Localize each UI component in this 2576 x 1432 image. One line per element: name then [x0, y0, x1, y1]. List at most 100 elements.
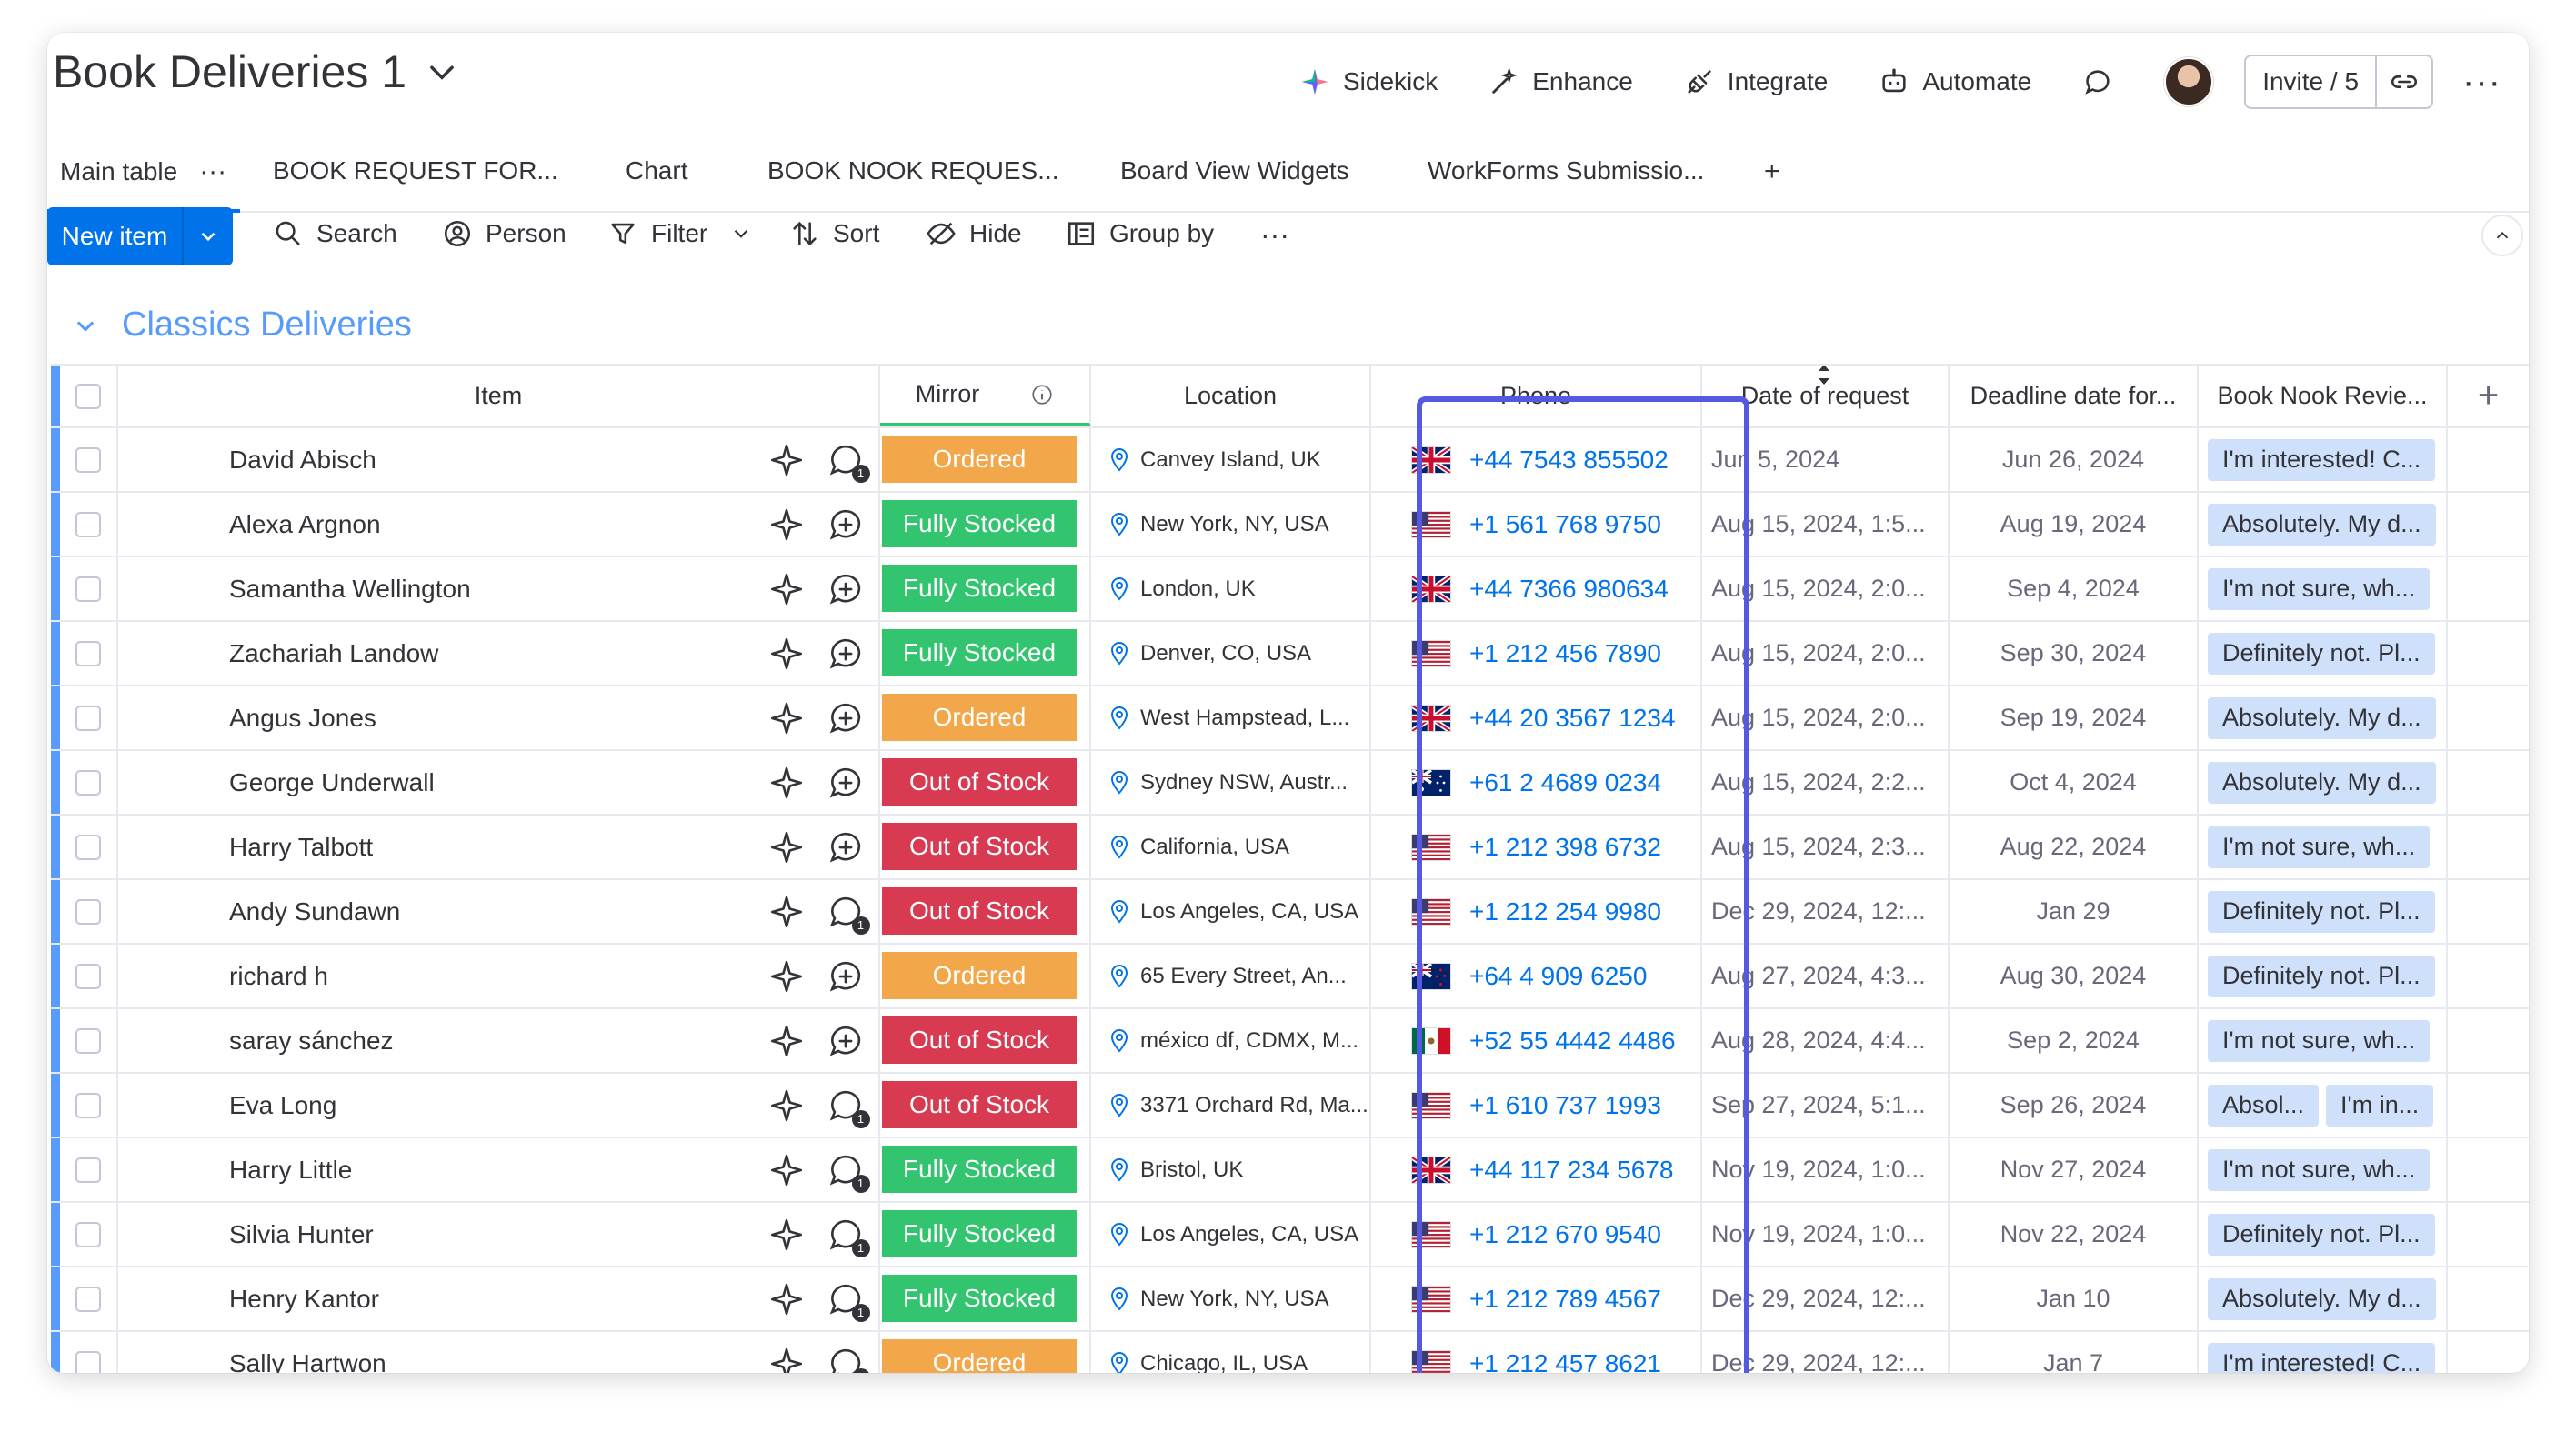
location-cell[interactable]: 65 Every Street, An... — [1091, 945, 1371, 1007]
phone-number[interactable]: +52 55 4442 4486 — [1469, 1026, 1676, 1056]
date-request-cell[interactable]: Nov 19, 2024, 1:0... — [1702, 1203, 1950, 1266]
item-name-cell[interactable]: Silvia Hunter — [118, 1203, 753, 1266]
item-name-cell[interactable]: richard h — [118, 945, 753, 1007]
deadline-cell[interactable]: Sep 26, 2024 — [1950, 1074, 2199, 1137]
table-row[interactable]: Zachariah Landow Fully Stocked Denver, C… — [51, 622, 2529, 686]
row-checkbox[interactable] — [75, 1221, 101, 1247]
add-update-icon[interactable] — [827, 828, 865, 866]
phone-number[interactable]: +44 20 3567 1234 — [1469, 704, 1676, 733]
location-cell[interactable]: Sydney NSW, Austr... — [1091, 751, 1371, 814]
deadline-cell[interactable]: Sep 2, 2024 — [1950, 1009, 2199, 1072]
review-cell[interactable]: Definitely not. Pl... — [2199, 880, 2448, 943]
location-cell[interactable]: Bristol, UK — [1091, 1138, 1371, 1201]
sparkle-ai-icon[interactable] — [767, 506, 806, 544]
deadline-cell[interactable]: Sep 19, 2024 — [1950, 686, 2199, 749]
mirror-status-cell[interactable]: Ordered — [880, 945, 1091, 1007]
phone-cell[interactable]: +1 212 398 6732 — [1371, 816, 1702, 878]
row-checkbox[interactable] — [75, 834, 101, 860]
location-cell[interactable]: Los Angeles, CA, USA — [1091, 880, 1371, 943]
review-cell[interactable]: Definitely not. Pl... — [2199, 622, 2448, 685]
phone-number[interactable]: +44 7366 980634 — [1469, 575, 1669, 604]
row-checkbox[interactable] — [75, 576, 101, 602]
date-request-cell[interactable]: Dec 29, 2024, 12:... — [1702, 1332, 1950, 1373]
phone-cell[interactable]: +44 7366 980634 — [1371, 557, 1702, 620]
add-update-icon[interactable] — [827, 764, 865, 802]
phone-number[interactable]: +61 2 4689 0234 — [1469, 768, 1661, 797]
tab-board-view-widgets[interactable]: Board View Widgets — [1120, 156, 1349, 185]
phone-number[interactable]: +44 7543 855502 — [1469, 446, 1669, 475]
tab-book-request-form[interactable]: BOOK REQUEST FOR... — [273, 156, 558, 185]
location-cell[interactable]: Canvey Island, UK — [1091, 428, 1371, 491]
group-header[interactable]: Classics Deliveries — [73, 305, 412, 345]
item-name-cell[interactable]: David Abisch — [118, 428, 753, 491]
tab-chart[interactable]: Chart — [626, 156, 687, 185]
table-row[interactable]: Eva Long 1 Out of Stock 3371 Orchard Rd,… — [51, 1074, 2529, 1138]
deadline-cell[interactable]: Jan 10 — [1950, 1267, 2199, 1330]
tab-workforms-submissions[interactable]: WorkForms Submissio... — [1428, 156, 1704, 185]
deadline-cell[interactable]: Sep 30, 2024 — [1950, 622, 2199, 685]
location-cell[interactable]: 3371 Orchard Rd, Ma... — [1091, 1074, 1371, 1137]
phone-number[interactable]: +1 212 670 9540 — [1469, 1220, 1661, 1249]
date-request-cell[interactable]: Aug 28, 2024, 4:4... — [1702, 1009, 1950, 1072]
deadline-cell[interactable]: Jun 26, 2024 — [1950, 428, 2199, 491]
mirror-status-cell[interactable]: Out of Stock — [880, 880, 1091, 943]
date-request-cell[interactable]: Jun 5, 2024 — [1702, 428, 1950, 491]
new-item-button[interactable]: New item — [47, 207, 233, 265]
deadline-cell[interactable]: Aug 22, 2024 — [1950, 816, 2199, 878]
mirror-status-cell[interactable]: Fully Stocked — [880, 493, 1091, 556]
date-request-cell[interactable]: Aug 15, 2024, 2:0... — [1702, 557, 1950, 620]
table-row[interactable]: Andy Sundawn 1 Out of Stock Los Angeles,… — [51, 880, 2529, 945]
location-cell[interactable]: méxico df, CDMX, M... — [1091, 1009, 1371, 1072]
row-checkbox[interactable] — [75, 1350, 101, 1373]
location-cell[interactable]: New York, NY, USA — [1091, 1267, 1371, 1330]
row-checkbox[interactable] — [75, 1157, 101, 1183]
item-name-cell[interactable]: Angus Jones — [118, 686, 753, 749]
phone-cell[interactable]: +1 212 254 9980 — [1371, 880, 1702, 943]
row-checkbox[interactable] — [75, 1286, 101, 1312]
mirror-status-cell[interactable]: Out of Stock — [880, 751, 1091, 814]
sparkle-ai-icon[interactable] — [767, 1022, 806, 1060]
item-name-cell[interactable]: Eva Long — [118, 1074, 753, 1137]
automate-button[interactable]: Automate — [1879, 66, 2031, 97]
date-request-cell[interactable]: Dec 29, 2024, 12:... — [1702, 1267, 1950, 1330]
board-title[interactable]: Book Deliveries 1 — [53, 45, 459, 98]
location-cell[interactable]: London, UK — [1091, 557, 1371, 620]
table-row[interactable]: saray sánchez Out of Stock méxico df, CD… — [51, 1009, 2529, 1074]
review-cell[interactable]: Definitely not. Pl... — [2199, 945, 2448, 1007]
review-cell[interactable]: Absolutely. My d... — [2199, 751, 2448, 814]
more-toolbar-icon[interactable]: ··· — [1260, 218, 1289, 252]
column-header-mirror[interactable]: Mirror — [880, 366, 1091, 426]
phone-cell[interactable]: +44 20 3567 1234 — [1371, 686, 1702, 749]
phone-number[interactable]: +1 561 768 9750 — [1469, 510, 1661, 539]
phone-cell[interactable]: +1 212 789 4567 — [1371, 1267, 1702, 1330]
review-cell[interactable]: I'm not sure, wh... — [2199, 1138, 2448, 1201]
review-cell[interactable]: Absolutely. My d... — [2199, 686, 2448, 749]
deadline-cell[interactable]: Jan 7 — [1950, 1332, 2199, 1373]
date-request-cell[interactable]: Sep 27, 2024, 5:1... — [1702, 1074, 1950, 1137]
item-name-cell[interactable]: Andy Sundawn — [118, 880, 753, 943]
row-checkbox[interactable] — [75, 769, 101, 796]
mirror-status-cell[interactable]: Fully Stocked — [880, 557, 1091, 620]
review-cell[interactable]: Absolutely. My d... — [2199, 1267, 2448, 1330]
item-name-cell[interactable]: Samantha Wellington — [118, 557, 753, 620]
phone-number[interactable]: +1 610 737 1993 — [1469, 1091, 1661, 1120]
date-request-cell[interactable]: Aug 15, 2024, 1:5... — [1702, 493, 1950, 556]
item-name-cell[interactable]: Sally Hartwon — [118, 1332, 753, 1374]
tab-book-nook-requests[interactable]: BOOK NOOK REQUES... — [767, 156, 1059, 185]
add-view-button[interactable]: + — [1764, 156, 1780, 187]
more-options-icon[interactable]: ··· — [2462, 64, 2501, 100]
row-checkbox[interactable] — [75, 511, 101, 537]
phone-number[interactable]: +1 212 456 7890 — [1469, 639, 1661, 668]
date-request-cell[interactable]: Aug 27, 2024, 4:3... — [1702, 945, 1950, 1007]
date-request-cell[interactable]: Dec 29, 2024, 12:... — [1702, 880, 1950, 943]
date-request-cell[interactable]: Aug 15, 2024, 2:3... — [1702, 816, 1950, 878]
phone-number[interactable]: +1 212 789 4567 — [1469, 1285, 1661, 1314]
filter-button[interactable]: Filter — [607, 218, 753, 249]
phone-number[interactable]: +44 117 234 5678 — [1469, 1156, 1673, 1185]
person-filter-button[interactable]: Person — [442, 218, 566, 249]
add-update-icon[interactable] — [827, 957, 865, 996]
phone-cell[interactable]: +1 212 456 7890 — [1371, 622, 1702, 685]
avatar[interactable] — [2164, 57, 2214, 106]
deadline-cell[interactable]: Aug 19, 2024 — [1950, 493, 2199, 556]
phone-cell[interactable]: +1 561 768 9750 — [1371, 493, 1702, 556]
